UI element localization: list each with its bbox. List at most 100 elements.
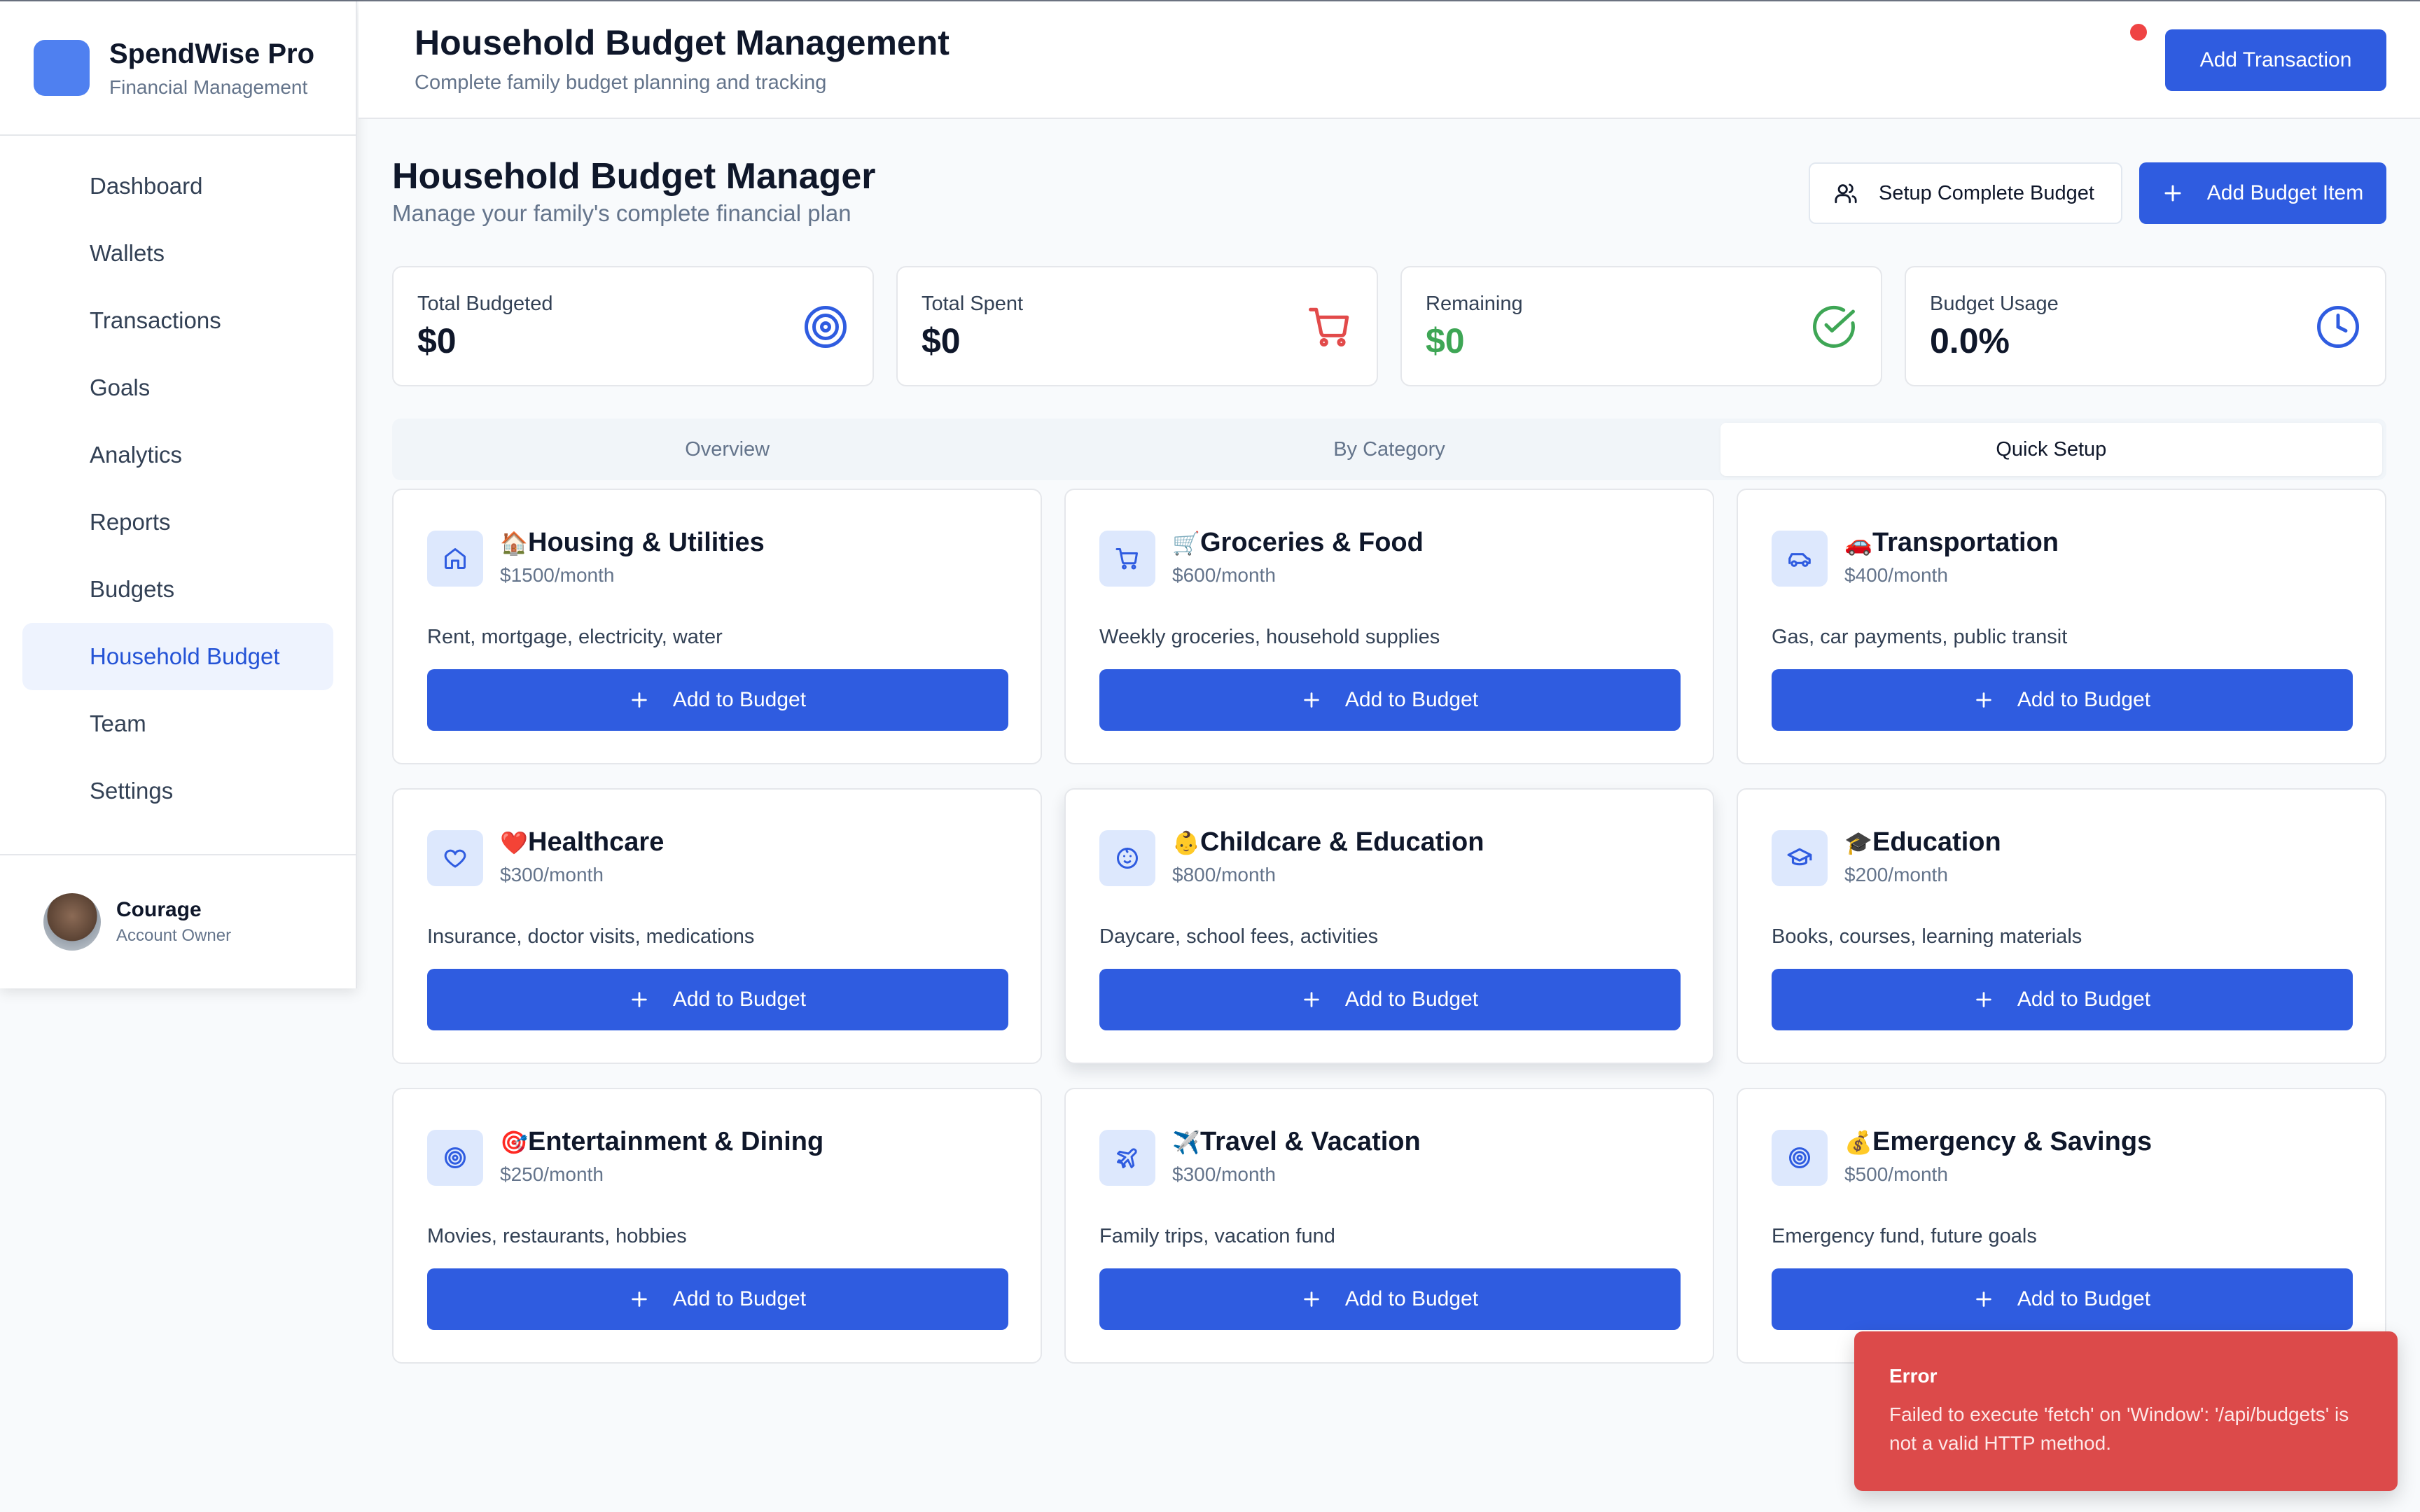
tab-overview[interactable]: Overview [396, 423, 1058, 476]
category-name: Groceries & Food [1200, 528, 1424, 557]
category-name: Travel & Vacation [1200, 1127, 1421, 1156]
sidebar-item-reports[interactable]: Reports [22, 489, 333, 556]
sidebar-item-budgets[interactable]: Budgets [22, 556, 333, 623]
add-to-budget-label: Add to Budget [1344, 988, 1479, 1011]
category-name: Housing & Utilities [528, 528, 765, 557]
setup-complete-budget-label: Setup Complete Budget [1879, 181, 2094, 204]
category-description: Family trips, vacation fund [1099, 1225, 1335, 1247]
target-icon [805, 306, 847, 348]
error-toast[interactable]: Error Failed to execute 'fetch' on 'Wind… [1854, 1331, 2398, 1491]
category-card-groceries: 🛒Groceries & Food $600/month Weekly groc… [1064, 489, 1714, 764]
category-price: $200/month [1844, 864, 1948, 886]
house-emoji-icon: 🏠 [500, 531, 528, 556]
add-budget-item-button[interactable]: Add Budget Item [2139, 162, 2386, 224]
sidebar-item-settings[interactable]: Settings [22, 757, 333, 825]
stat-value: $0 [1426, 321, 1465, 360]
sidebar-nav: Dashboard Wallets Transactions Goals Ana… [0, 136, 356, 825]
plus-icon [1304, 992, 1319, 1007]
add-to-budget-button[interactable]: Add to Budget [427, 969, 1008, 1030]
view-tabs: Overview By Category Quick Setup [392, 419, 2386, 480]
stat-card-budget-usage: Budget Usage 0.0% [1905, 266, 2386, 386]
target-icon [427, 1130, 483, 1186]
notification-dot[interactable] [2130, 24, 2147, 41]
add-to-budget-button[interactable]: Add to Budget [1099, 1268, 1681, 1330]
airplane-emoji-icon: ✈️ [1172, 1130, 1200, 1155]
baby-icon [1099, 830, 1155, 886]
stat-value: $0 [922, 321, 961, 360]
stat-label: Remaining [1426, 293, 1523, 315]
car-emoji-icon: 🚗 [1844, 531, 1872, 556]
stat-card-total-budgeted: Total Budgeted $0 [392, 266, 874, 386]
graduation-cap-emoji-icon: 🎓 [1844, 830, 1872, 855]
category-card-childcare: 👶Childcare & Education $800/month Daycar… [1064, 788, 1714, 1064]
category-description: Emergency fund, future goals [1772, 1225, 2037, 1247]
toast-title: Error [1889, 1365, 1938, 1387]
add-to-budget-label: Add to Budget [672, 1287, 807, 1310]
app-tagline: Financial Management [109, 76, 308, 98]
setup-complete-budget-button[interactable]: Setup Complete Budget [1809, 162, 2122, 224]
category-title: 🎯Entertainment & Dining [500, 1127, 823, 1157]
add-to-budget-button[interactable]: Add to Budget [1772, 1268, 2353, 1330]
category-description: Weekly groceries, household supplies [1099, 626, 1440, 648]
category-price: $400/month [1844, 564, 1948, 586]
plus-icon [632, 692, 647, 708]
sidebar-item-transactions[interactable]: Transactions [22, 287, 333, 354]
category-title: ❤️Healthcare [500, 827, 664, 858]
add-to-budget-button[interactable]: Add to Budget [1099, 669, 1681, 731]
category-description: Gas, car payments, public transit [1772, 626, 2068, 648]
cart-icon [1309, 307, 1349, 347]
app-logo [34, 40, 90, 96]
add-to-budget-label: Add to Budget [672, 688, 807, 711]
shopping-cart-emoji-icon: 🛒 [1172, 531, 1200, 556]
category-name: Education [1872, 827, 2001, 857]
sidebar-item-dashboard[interactable]: Dashboard [22, 153, 333, 220]
stat-label: Total Spent [922, 293, 1024, 315]
category-price: $300/month [500, 864, 604, 886]
category-title: 👶Childcare & Education [1172, 827, 1484, 858]
plus-icon [1976, 1292, 1991, 1307]
add-to-budget-label: Add to Budget [2017, 1287, 2151, 1310]
clock-icon [2317, 306, 2359, 348]
plane-icon [1099, 1130, 1155, 1186]
add-to-budget-label: Add to Budget [672, 988, 807, 1011]
category-price: $300/month [1172, 1163, 1276, 1185]
heart-emoji-icon: ❤️ [500, 830, 528, 855]
category-title: 🏠Housing & Utilities [500, 528, 765, 558]
category-description: Rent, mortgage, electricity, water [427, 626, 723, 648]
add-to-budget-button[interactable]: Add to Budget [427, 1268, 1008, 1330]
sidebar-item-team[interactable]: Team [22, 690, 333, 757]
money-bag-emoji-icon: 💰 [1844, 1130, 1872, 1155]
user-profile[interactable]: Courage Account Owner [0, 854, 356, 988]
add-transaction-button[interactable]: Add Transaction [2165, 29, 2386, 91]
sidebar-item-household-budget[interactable]: Household Budget [22, 623, 333, 690]
sidebar-item-goals[interactable]: Goals [22, 354, 333, 421]
car-icon [1772, 531, 1828, 587]
stat-value: 0.0% [1930, 321, 2010, 360]
target-icon [1772, 1130, 1828, 1186]
add-to-budget-button[interactable]: Add to Budget [1772, 669, 2353, 731]
tab-quick-setup[interactable]: Quick Setup [1720, 423, 2382, 476]
add-to-budget-button[interactable]: Add to Budget [427, 669, 1008, 731]
category-title: 💰Emergency & Savings [1844, 1127, 2152, 1157]
baby-emoji-icon: 👶 [1172, 830, 1200, 855]
add-to-budget-button[interactable]: Add to Budget [1772, 969, 2353, 1030]
category-name: Childcare & Education [1200, 827, 1484, 857]
category-name: Entertainment & Dining [528, 1127, 824, 1156]
graduation-cap-icon [1772, 830, 1828, 886]
add-to-budget-label: Add to Budget [2017, 688, 2151, 711]
avatar [43, 893, 101, 951]
page-subtitle: Manage your family's complete financial … [392, 200, 851, 226]
add-budget-item-label: Add Budget Item [2206, 181, 2364, 204]
sidebar-item-wallets[interactable]: Wallets [22, 220, 333, 287]
tab-by-category[interactable]: By Category [1058, 423, 1720, 476]
brand: SpendWise Pro Financial Management [0, 1, 356, 136]
plus-icon [1976, 692, 1991, 708]
category-name: Transportation [1872, 528, 2059, 557]
stat-card-remaining: Remaining $0 [1400, 266, 1882, 386]
users-icon [1835, 183, 1857, 204]
add-to-budget-button[interactable]: Add to Budget [1099, 969, 1681, 1030]
category-card-entertainment: 🎯Entertainment & Dining $250/month Movie… [392, 1088, 1042, 1364]
category-price: $600/month [1172, 564, 1276, 586]
sidebar-item-analytics[interactable]: Analytics [22, 421, 333, 489]
category-price: $250/month [500, 1163, 604, 1185]
